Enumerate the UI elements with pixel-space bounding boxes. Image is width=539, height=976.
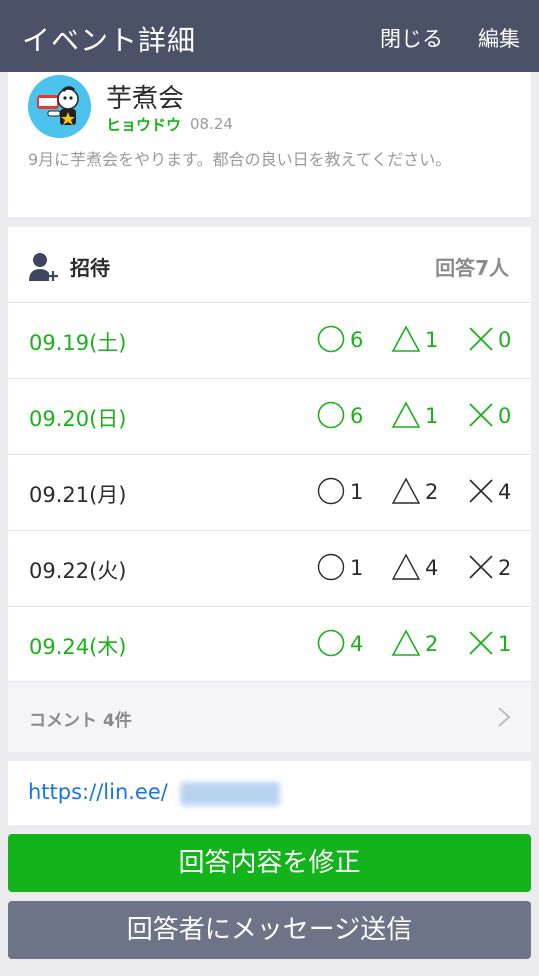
- date-label: 09.19(土): [29, 331, 127, 355]
- page-title: イベント詳細: [22, 24, 197, 57]
- link-card: https://lin.ee/: [8, 761, 531, 825]
- event-card: 芋煮会 ヒョウドウ 08.24 9月に芋煮会をやります。都合の良い日を教えてくだ…: [8, 72, 531, 217]
- triangle-icon: [391, 629, 421, 656]
- ok-count: 4: [350, 632, 364, 656]
- ok-count: 1: [350, 556, 364, 580]
- avatar[interactable]: [28, 75, 91, 138]
- post-date: 08.24: [190, 115, 233, 133]
- no-count: 2: [498, 556, 512, 580]
- circle-icon: [317, 629, 345, 657]
- no-count: 4: [498, 480, 512, 504]
- date-row[interactable]: 09.24(木) 4 2 1: [8, 606, 531, 683]
- cross-icon: [469, 327, 493, 351]
- maybe-count: 1: [425, 404, 439, 428]
- redacted-link-part: [180, 782, 280, 806]
- event-link[interactable]: https://lin.ee/: [28, 780, 168, 804]
- triangle-icon: [391, 401, 421, 428]
- circle-icon: [317, 477, 345, 505]
- event-title: 芋煮会: [106, 84, 185, 114]
- ok-count: 6: [350, 328, 364, 352]
- circle-icon: [317, 553, 345, 581]
- cross-icon: [469, 555, 493, 579]
- no-count: 1: [498, 632, 512, 656]
- date-label: 09.20(日): [29, 407, 127, 431]
- maybe-count: 2: [425, 632, 439, 656]
- event-description: 9月に芋煮会をやります。都合の良い日を教えてください。: [28, 150, 452, 169]
- date-row[interactable]: 09.20(日) 6 1 0: [8, 378, 531, 455]
- message-responders-button[interactable]: 回答者にメッセージ送信: [8, 901, 531, 959]
- chevron-right-icon: [498, 707, 511, 727]
- mascot-icon: [28, 75, 91, 138]
- comments-row[interactable]: コメント 4件: [8, 681, 531, 752]
- triangle-icon: [391, 477, 421, 504]
- ok-count: 6: [350, 404, 364, 428]
- top-bar: イベント詳細 閉じる 編集: [0, 0, 539, 72]
- author-name[interactable]: ヒョウドウ: [106, 114, 181, 135]
- invite-section: 招待 回答7人 09.19(土) 6 1 0 09.20(日) 6 1 0 09…: [8, 227, 531, 752]
- cross-icon: [469, 403, 493, 427]
- date-row[interactable]: 09.21(月) 1 2 4: [8, 454, 531, 531]
- date-label: 09.21(月): [29, 483, 127, 507]
- response-count: 回答7人: [435, 256, 509, 280]
- close-button[interactable]: 閉じる: [380, 23, 443, 53]
- cross-icon: [469, 479, 493, 503]
- add-person-icon: [29, 253, 58, 281]
- invite-label: 招待: [70, 256, 110, 280]
- cross-icon: [469, 631, 493, 655]
- date-label: 09.24(木): [29, 635, 127, 659]
- date-row[interactable]: 09.19(土) 6 1 0: [8, 302, 531, 379]
- maybe-count: 1: [425, 328, 439, 352]
- ok-count: 1: [350, 480, 364, 504]
- comments-label: コメント 4件: [29, 711, 132, 731]
- triangle-icon: [391, 553, 421, 580]
- date-row[interactable]: 09.22(火) 1 4 2: [8, 530, 531, 607]
- circle-icon: [317, 401, 345, 429]
- maybe-count: 2: [425, 480, 439, 504]
- maybe-count: 4: [425, 556, 439, 580]
- circle-icon: [317, 325, 345, 353]
- edit-button[interactable]: 編集: [478, 23, 520, 53]
- no-count: 0: [498, 328, 512, 352]
- date-label: 09.22(火): [29, 559, 127, 583]
- triangle-icon: [391, 325, 421, 352]
- no-count: 0: [498, 404, 512, 428]
- edit-response-button[interactable]: 回答内容を修正: [8, 834, 531, 892]
